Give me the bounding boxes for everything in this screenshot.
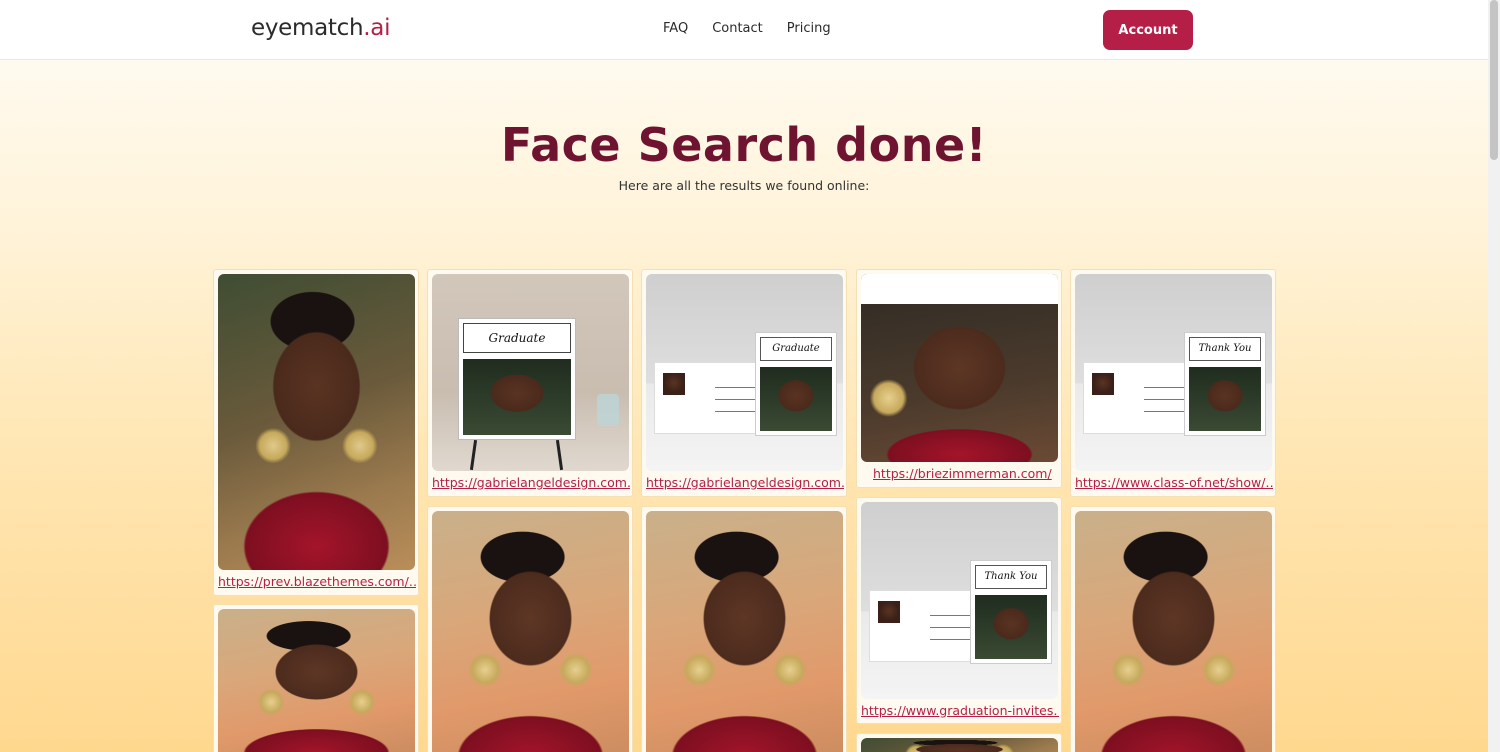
address-line [930, 627, 974, 628]
postcard-front: Graduate [755, 332, 837, 436]
nav-pricing-link[interactable]: Pricing [787, 21, 831, 36]
postcard-photo [975, 595, 1047, 659]
vase [597, 394, 619, 426]
postcard-back [869, 590, 981, 662]
result-image[interactable] [218, 274, 415, 570]
board-photo [463, 359, 571, 435]
result-card[interactable]: Thank You https://www.graduation-invites… [856, 497, 1062, 724]
portrait-image [1075, 511, 1272, 752]
easel-leg [469, 439, 478, 471]
nav-contact-link[interactable]: Contact [712, 21, 763, 36]
result-card[interactable] [427, 506, 633, 752]
thank-you-postcard-mockup: Thank You [861, 502, 1058, 699]
thank-you-postcard-mockup: Thank You [1075, 274, 1272, 471]
result-link[interactable]: https://prev.blazethemes.com/… [218, 574, 416, 589]
result-card[interactable]: https://prev.blazethemes.com/… [213, 269, 419, 596]
easel-leg [555, 439, 564, 471]
address-line [715, 411, 759, 412]
address-line [1144, 399, 1188, 400]
top-navigation-bar: eyematch.ai FAQ Contact Pricing Account [0, 0, 1488, 60]
portrait-image [432, 511, 629, 752]
postcard-back [1083, 362, 1195, 434]
scrollbar-thumb[interactable] [1490, 0, 1498, 160]
graduate-easel-image: Graduate [432, 274, 629, 471]
address-line [715, 399, 759, 400]
result-image[interactable] [861, 274, 1058, 462]
result-card[interactable] [1070, 506, 1276, 752]
result-card[interactable]: Graduate https://gabrielangeldesign.com… [641, 269, 847, 497]
result-card[interactable]: Graduate https://gabrielangeldesign.com… [427, 269, 633, 497]
portrait-image [218, 274, 415, 570]
main-nav: FAQ Contact Pricing [663, 21, 831, 36]
page-subtitle: Here are all the results we found online… [618, 178, 870, 193]
postcard-thumb [663, 373, 685, 395]
result-image[interactable] [1075, 511, 1272, 752]
portrait-image [646, 511, 843, 752]
result-image[interactable] [432, 511, 629, 752]
result-image[interactable]: Thank You [1075, 274, 1272, 471]
logo-text: eyematch [251, 15, 364, 41]
thank-you-heading: Thank You [975, 565, 1047, 589]
close-up-portrait-image [861, 274, 1058, 462]
postcard-front: Thank You [1184, 332, 1266, 436]
result-link[interactable]: https://gabrielangeldesign.com… [646, 475, 844, 490]
postcard-photo [760, 367, 832, 431]
portrait-image [218, 609, 415, 752]
result-link[interactable]: https://www.class-of.net/show/… [1075, 475, 1273, 490]
result-image[interactable] [218, 609, 415, 752]
result-link[interactable]: https://gabrielangeldesign.com… [432, 475, 630, 490]
postcard-thumb [878, 601, 900, 623]
result-link[interactable]: https://briezimmerman.com/ [873, 466, 1053, 481]
postcard-thumb [1092, 373, 1114, 395]
result-link[interactable]: https://www.graduation-invites… [861, 703, 1059, 718]
string-lights [432, 282, 629, 322]
eyematch-logo[interactable]: eyematch.ai [251, 15, 390, 41]
address-line [715, 387, 759, 388]
logo-accent-text: .ai [363, 15, 391, 41]
thank-you-heading: Thank You [1189, 337, 1261, 361]
address-line [1144, 411, 1188, 412]
result-card[interactable]: https://briezimmerman.com/ [856, 269, 1062, 488]
result-image[interactable] [861, 738, 1058, 752]
account-button[interactable]: Account [1103, 10, 1193, 50]
result-card[interactable] [641, 506, 847, 752]
page-scrollbar[interactable] [1488, 0, 1500, 752]
postcard-photo [1189, 367, 1261, 431]
result-image[interactable]: Graduate [432, 274, 629, 471]
result-image[interactable]: Thank You [861, 502, 1058, 699]
result-card[interactable] [213, 604, 419, 752]
address-line [1144, 387, 1188, 388]
page-title: Face Search done! [500, 118, 988, 172]
postcard-back [654, 362, 766, 434]
address-line [930, 615, 974, 616]
address-line [930, 639, 974, 640]
result-image[interactable]: Graduate [646, 274, 843, 471]
result-card[interactable] [856, 733, 1062, 752]
result-image[interactable] [646, 511, 843, 752]
nav-faq-link[interactable]: FAQ [663, 21, 688, 36]
graduate-postcard-mockup: Graduate [646, 274, 843, 471]
postcard-front: Thank You [970, 560, 1052, 664]
result-card[interactable]: Thank You https://www.class-of.net/show/… [1070, 269, 1276, 497]
graduate-heading: Graduate [463, 323, 571, 353]
easel-board: Graduate [458, 318, 576, 440]
graduate-heading: Graduate [760, 337, 832, 361]
portrait-image [861, 738, 1058, 752]
